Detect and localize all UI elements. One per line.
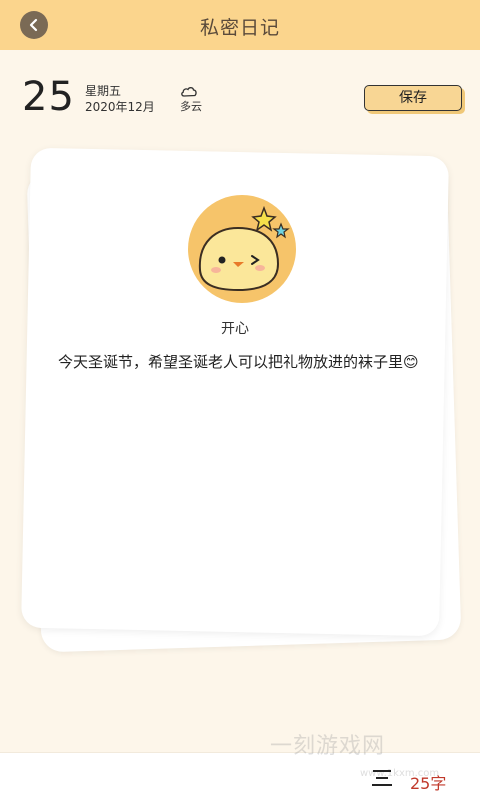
date-month: 2020年12月 [85,100,155,114]
diary-entry-text[interactable]: 今天圣诞节，希望圣诞老人可以把礼物放进的袜子里😊 [58,350,428,374]
card-content: 开心 今天圣诞节，希望圣诞老人可以把礼物放进的袜子里😊 [26,152,444,632]
top-bar: 私密日记 [0,0,480,50]
date-day: 25 [22,74,75,120]
menu-icon[interactable] [370,768,394,788]
word-count: 25字 [410,774,447,793]
weather-label: 多云 [180,100,202,113]
save-button[interactable]: 保存 [364,85,462,111]
watermark-text: 一刻游戏网 [270,734,386,759]
date-weekday: 星期五 [85,84,122,98]
mood-label: 开心 [221,321,249,337]
page-title: 私密日记 [199,17,280,39]
chick-avatar-icon[interactable] [178,194,306,304]
